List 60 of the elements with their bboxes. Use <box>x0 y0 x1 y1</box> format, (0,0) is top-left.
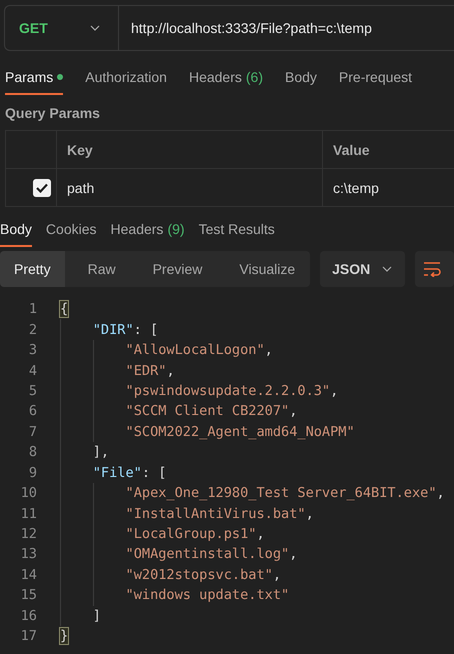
wrap-button[interactable] <box>414 251 454 287</box>
line-number: 7 <box>28 424 37 440</box>
section-title: Query Params <box>5 105 101 121</box>
code-line: "pswindowsupdate.2.2.0.3", <box>124 382 338 399</box>
tab[interactable]: Params <box>5 65 64 95</box>
line-number: 4 <box>28 362 37 379</box>
line-number: 5 <box>28 382 37 399</box>
url-text: http://localhost:3333/File?path=c:\temp <box>130 20 372 36</box>
view-mode-option[interactable]: Pretty <box>0 251 65 287</box>
view-mode-option[interactable]: Preview <box>138 251 216 287</box>
code-line: "DIR": [ <box>92 322 158 338</box>
tab[interactable]: Body <box>0 217 32 247</box>
tab[interactable]: Cookies <box>46 217 97 247</box>
tab[interactable]: Authorization <box>85 65 167 95</box>
method-dropdown[interactable]: GET <box>5 6 119 50</box>
tab[interactable]: Test Results <box>198 217 275 247</box>
checkbox[interactable] <box>33 178 51 196</box>
code-line: ], <box>92 444 110 460</box>
view-mode-option[interactable]: Visualize <box>225 251 310 287</box>
url-bar[interactable]: GET http://localhost:3333/File?path=c:\temp <box>4 5 454 51</box>
line-number: 14 <box>20 566 37 583</box>
code-line: "File": [ <box>92 464 166 481</box>
code-line: "Apex_One_12980_Test Server_64BIT.exe", <box>124 485 445 502</box>
table-cell: path <box>67 180 94 196</box>
code-line: "w2012stopsvc.bat", <box>124 566 282 583</box>
tab[interactable]: Headers (6) <box>188 65 263 95</box>
tab[interactable]: Body <box>285 65 317 95</box>
line-number: 8 <box>28 444 37 460</box>
tab[interactable]: Pre-request <box>338 65 412 95</box>
line-number: 3 <box>28 342 37 358</box>
code-line: "EDR", <box>124 362 175 379</box>
column-header: Key <box>67 142 93 158</box>
line-number: 11 <box>20 506 37 522</box>
code-line: "SCOM2022_Agent_amd64_NoAPM" <box>124 424 355 440</box>
line-number: 13 <box>20 546 37 562</box>
table-cell: c:\temp <box>333 180 379 196</box>
line-number: 9 <box>28 464 37 481</box>
line-number: 10 <box>20 485 37 502</box>
line-number: 1 <box>28 301 37 318</box>
format-dropdown[interactable]: JSON <box>320 251 404 287</box>
text-wrap-icon <box>422 261 440 277</box>
chevron-down-icon <box>90 25 100 31</box>
line-number: 2 <box>28 322 37 338</box>
line-number: 12 <box>20 526 37 542</box>
chevron-down-icon <box>382 266 392 272</box>
checkmark-icon <box>36 182 48 192</box>
code-line: "AllowLocalLogon", <box>124 342 273 358</box>
code-line: "windows update.txt" <box>124 587 290 604</box>
view-mode-option[interactable]: Raw <box>74 251 130 287</box>
tab[interactable]: Headers (9) <box>110 217 185 247</box>
line-number: 15 <box>20 587 37 604</box>
code-line: ] <box>92 608 101 624</box>
code-line: "OMAgentinstall.log", <box>124 546 298 562</box>
code-line: "InstallAntiVirus.bat", <box>124 506 314 522</box>
code-line: "LocalGroup.ps1", <box>124 526 265 542</box>
line-number: 17 <box>20 628 37 644</box>
line-number: 16 <box>20 608 37 624</box>
code-line: "SCCM Client CB2207", <box>124 403 298 420</box>
line-number: 6 <box>28 403 37 420</box>
column-header: Value <box>333 142 370 158</box>
